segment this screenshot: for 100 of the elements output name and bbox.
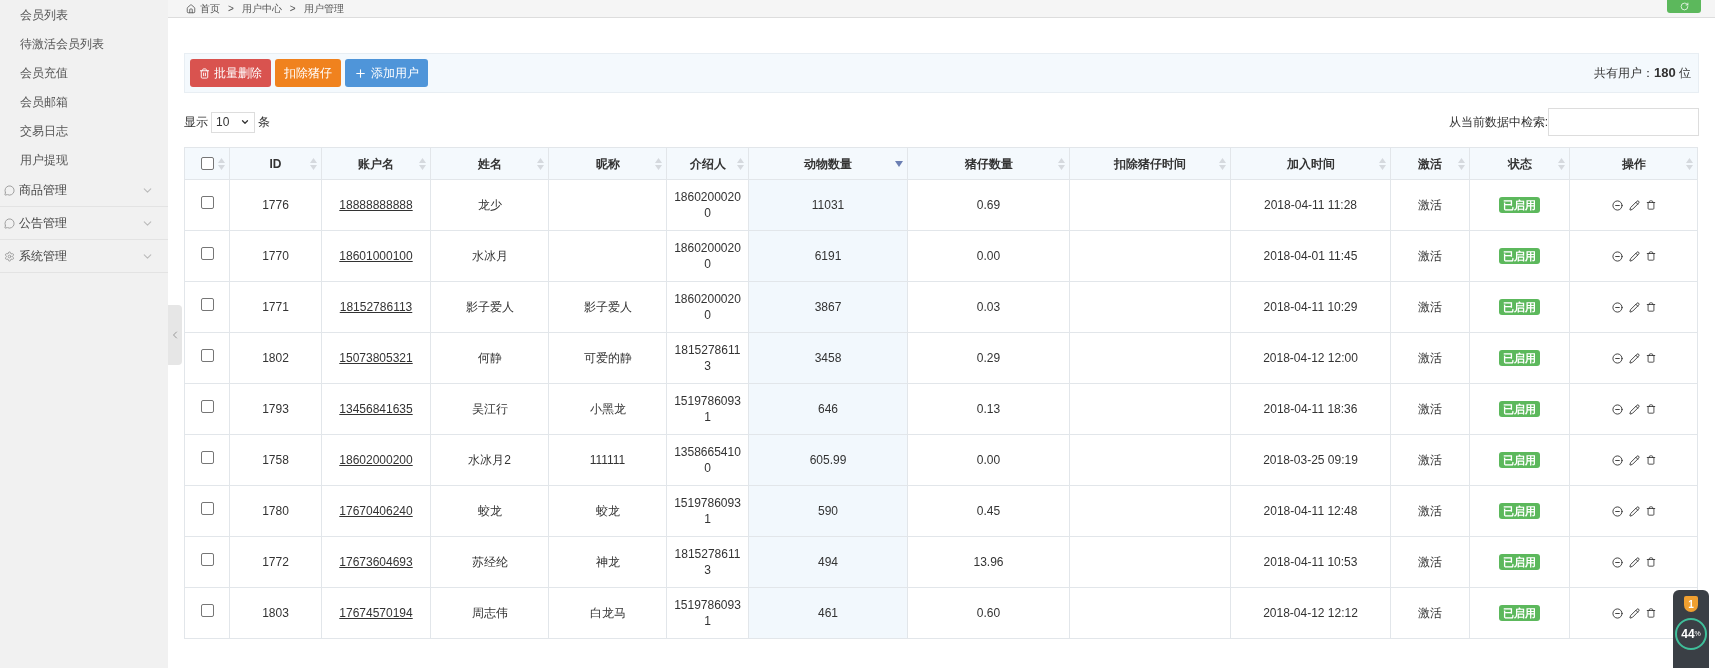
table-cell: 2018-04-11 12:48 bbox=[1230, 485, 1391, 537]
column-header[interactable]: 动物数量 bbox=[748, 147, 908, 180]
delete-icon[interactable] bbox=[1645, 302, 1656, 312]
edit-icon[interactable] bbox=[1628, 607, 1640, 619]
edit-icon[interactable] bbox=[1628, 199, 1640, 211]
table-cell: 影子爱人 bbox=[548, 281, 667, 333]
sidebar-item[interactable]: 会员邮箱 bbox=[0, 87, 168, 116]
edit-icon[interactable] bbox=[1628, 352, 1640, 364]
edit-icon[interactable] bbox=[1628, 556, 1640, 568]
table-cell: 13.96 bbox=[907, 536, 1070, 588]
delete-icon[interactable] bbox=[1645, 200, 1656, 210]
row-checkbox[interactable] bbox=[200, 196, 214, 209]
sidebar-item[interactable]: 会员充值 bbox=[0, 58, 168, 87]
account-link[interactable]: 18888888888 bbox=[339, 198, 413, 212]
edit-icon[interactable] bbox=[1628, 250, 1640, 262]
table-cell: 15197860931 bbox=[666, 383, 749, 435]
column-header[interactable]: 状态 bbox=[1469, 147, 1570, 180]
disable-icon[interactable] bbox=[1611, 199, 1623, 211]
table-cell: 0.03 bbox=[907, 281, 1070, 333]
account-link[interactable]: 17673604693 bbox=[339, 555, 413, 569]
disable-icon[interactable] bbox=[1611, 454, 1623, 466]
sidebar-group[interactable]: 商品管理 bbox=[0, 174, 168, 207]
status-badge: 已启用 bbox=[1499, 503, 1540, 519]
table-cell: 18602000200 bbox=[666, 281, 749, 333]
table-cell: 0.60 bbox=[907, 587, 1070, 639]
row-checkbox[interactable] bbox=[200, 349, 214, 362]
table-cell: 1758 bbox=[229, 434, 322, 486]
breadcrumb-link[interactable]: 首页 bbox=[200, 1, 220, 16]
edit-icon[interactable] bbox=[1628, 454, 1640, 466]
sidebar-group[interactable]: 公告管理 bbox=[0, 207, 168, 240]
sidebar-item[interactable]: 待激活会员列表 bbox=[0, 29, 168, 58]
breadcrumb-link[interactable]: 用户管理 bbox=[303, 1, 344, 16]
delete-icon[interactable] bbox=[1645, 353, 1656, 363]
column-header[interactable]: 昵称 bbox=[548, 147, 667, 180]
account-link[interactable]: 17674570194 bbox=[339, 606, 413, 620]
edit-icon[interactable] bbox=[1628, 301, 1640, 313]
column-header[interactable]: 激活 bbox=[1390, 147, 1470, 180]
status-badge: 已启用 bbox=[1499, 452, 1540, 468]
disable-icon[interactable] bbox=[1611, 556, 1623, 568]
disable-icon[interactable] bbox=[1611, 505, 1623, 517]
table-cell: 水冰月 bbox=[430, 230, 549, 282]
disable-icon[interactable] bbox=[1611, 250, 1623, 262]
column-header[interactable]: 加入时间 bbox=[1230, 147, 1391, 180]
sort-desc-icon[interactable] bbox=[895, 160, 903, 167]
disable-icon[interactable] bbox=[1611, 301, 1623, 313]
row-checkbox[interactable] bbox=[200, 502, 214, 515]
breadcrumb-link[interactable]: 用户中心 bbox=[241, 1, 282, 16]
delete-icon[interactable] bbox=[1645, 455, 1656, 465]
column-header[interactable]: 介绍人 bbox=[666, 147, 749, 180]
delete-icon[interactable] bbox=[1645, 557, 1656, 567]
edit-icon[interactable] bbox=[1628, 403, 1640, 415]
row-checkbox[interactable] bbox=[200, 400, 214, 413]
table-cell: 0.29 bbox=[907, 332, 1070, 384]
table-cell: 2018-04-11 10:53 bbox=[1230, 536, 1391, 588]
column-header[interactable]: 猪仔数量 bbox=[907, 147, 1070, 180]
table-cell: 1771 bbox=[229, 281, 322, 333]
row-checkbox[interactable] bbox=[200, 553, 214, 566]
account-link[interactable]: 18152786113 bbox=[339, 300, 413, 314]
column-header[interactable]: 操作 bbox=[1569, 147, 1698, 180]
breadcrumb-separator: > bbox=[289, 2, 296, 16]
column-header[interactable]: 姓名 bbox=[430, 147, 549, 180]
sidebar-group[interactable]: 系统管理 bbox=[0, 240, 168, 273]
sidebar-item[interactable]: 会员列表 bbox=[0, 0, 168, 29]
disable-icon[interactable] bbox=[1611, 352, 1623, 364]
sidebar-item[interactable]: 交易日志 bbox=[0, 116, 168, 145]
toolbar-button[interactable]: 批量删除 bbox=[190, 59, 271, 87]
search-field[interactable] bbox=[1548, 108, 1699, 136]
table-cell: 2018-04-11 10:29 bbox=[1230, 281, 1391, 333]
table-cell: 18602000200 bbox=[666, 179, 749, 231]
row-checkbox[interactable] bbox=[200, 451, 214, 464]
page-size-select[interactable]: 10 bbox=[211, 111, 255, 133]
status-badge: 已启用 bbox=[1499, 350, 1540, 366]
disable-icon[interactable] bbox=[1611, 403, 1623, 415]
table-cell: 激活 bbox=[1390, 485, 1470, 537]
disable-icon[interactable] bbox=[1611, 607, 1623, 619]
table-cell: 11031 bbox=[748, 179, 908, 231]
sidebar-toggle[interactable] bbox=[168, 305, 182, 365]
delete-icon[interactable] bbox=[1645, 404, 1656, 414]
delete-icon[interactable] bbox=[1645, 251, 1656, 261]
account-link[interactable]: 18601000100 bbox=[339, 249, 413, 263]
row-checkbox[interactable] bbox=[200, 298, 214, 311]
select-all-checkbox[interactable] bbox=[200, 157, 214, 170]
column-header[interactable]: 扣除猪仔时间 bbox=[1069, 147, 1231, 180]
column-header[interactable]: 账户名 bbox=[321, 147, 431, 180]
row-checkbox[interactable] bbox=[200, 247, 214, 260]
column-header[interactable]: ID bbox=[229, 147, 322, 180]
table-cell: 1803 bbox=[229, 587, 322, 639]
table-cell: 激活 bbox=[1390, 179, 1470, 231]
delete-icon[interactable] bbox=[1645, 608, 1656, 618]
account-link[interactable]: 15073805321 bbox=[339, 351, 413, 365]
row-checkbox[interactable] bbox=[200, 604, 214, 617]
table-cell: 何静 bbox=[430, 332, 549, 384]
sidebar-item[interactable]: 用户提现 bbox=[0, 145, 168, 174]
edit-icon[interactable] bbox=[1628, 505, 1640, 517]
account-link[interactable]: 18602000200 bbox=[339, 453, 413, 467]
delete-icon[interactable] bbox=[1645, 506, 1656, 516]
column-header[interactable] bbox=[184, 147, 230, 180]
table-cell: 激活 bbox=[1390, 536, 1470, 588]
account-link[interactable]: 13456841635 bbox=[339, 402, 413, 416]
account-link[interactable]: 17670406240 bbox=[339, 504, 413, 518]
